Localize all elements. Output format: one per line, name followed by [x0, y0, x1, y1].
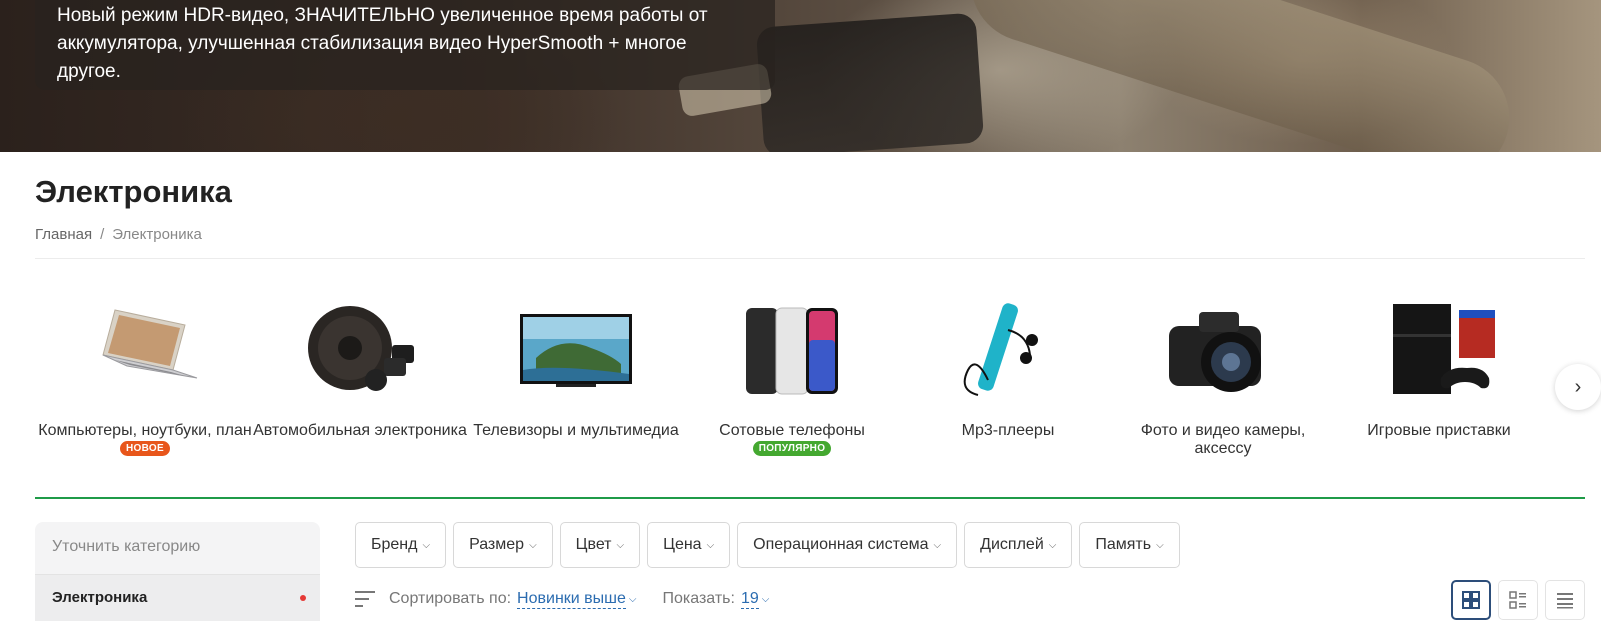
sidebar-heading: Уточнить категорию	[52, 538, 201, 555]
page-title: Электроника	[35, 174, 232, 209]
chevron-down-icon: ⌵	[1048, 539, 1057, 551]
sort-icon	[355, 591, 375, 607]
category-label: Телевизоры и мультимедиа	[473, 422, 679, 439]
chevron-down-icon: ⌵	[706, 539, 715, 551]
list-view-button[interactable]	[1545, 580, 1585, 620]
mp3-player-icon	[963, 303, 1038, 396]
banner-text-line: Новый режим HDR-видео, ЗНАЧИТЕЛЬНО увели…	[57, 5, 708, 26]
chevron-down-icon: ⌵	[1156, 539, 1164, 551]
game-console-icon	[1393, 304, 1495, 394]
sort-controls: Сортировать по: Новинки выше ⌵ Показать:…	[355, 588, 769, 610]
tv-icon	[520, 314, 632, 387]
phone-icon	[746, 307, 838, 395]
breadcrumb: Главная / Электроника	[35, 226, 202, 243]
banner-camera-image	[755, 12, 985, 152]
popular-badge: ПОПУЛЯРНО	[752, 441, 832, 457]
chevron-down-icon: ⌵	[616, 539, 625, 551]
banner-text-line: другое.	[57, 61, 121, 82]
banner-decoration	[955, 0, 1525, 152]
category-item-phones[interactable]: Сотовые телефоны ПОПУЛЯРНО	[682, 290, 902, 470]
filter-size[interactable]: Размер ⌵	[453, 522, 553, 568]
category-item-game-consoles[interactable]: Игровые приставки	[1329, 290, 1549, 470]
list-icon	[1557, 593, 1573, 609]
category-sidebar: Уточнить категорию Электроника	[35, 522, 320, 621]
breadcrumb-current: Электроника	[112, 226, 202, 243]
category-label: Автомобильная электроника	[253, 422, 467, 439]
filter-os[interactable]: Операционная система ⌵	[737, 522, 958, 568]
speaker-icon	[308, 306, 414, 391]
carousel-next-button[interactable]: ›	[1555, 364, 1601, 410]
list-detailed-view-button[interactable]	[1498, 580, 1538, 620]
category-item-mp3-players[interactable]: Mp3-плееры	[898, 290, 1118, 470]
chevron-down-icon: ⌵	[933, 539, 942, 551]
category-item-tv[interactable]: Телевизоры и мультимедиа	[466, 290, 686, 470]
section-divider	[35, 497, 1585, 499]
filter-bar: Бренд ⌵ Размер ⌵ Цвет ⌵ Цена ⌵ Операционная …	[355, 522, 1180, 568]
sort-select[interactable]: Новинки выше	[517, 590, 626, 609]
category-label: Компьютеры, ноутбуки, план НОВОЕ	[38, 422, 252, 457]
chevron-down-icon: ⌵	[422, 539, 431, 551]
active-dot-icon	[300, 595, 306, 601]
breadcrumb-home-link[interactable]: Главная	[35, 226, 92, 243]
banner-caption: Новый режим HDR-видео, ЗНАЧИТЕЛЬНО увели…	[35, 0, 775, 90]
camera-icon	[1169, 312, 1261, 392]
filter-display[interactable]: Дисплей ⌵	[964, 522, 1073, 568]
sidebar-item-electronics[interactable]: Электроника	[35, 574, 320, 621]
filter-color[interactable]: Цвет ⌵	[559, 522, 641, 568]
chevron-down-icon: ⌵	[529, 539, 537, 551]
chevron-down-icon: ⌵	[628, 593, 637, 605]
breadcrumb-separator: /	[100, 226, 105, 243]
view-toggle-group	[1451, 580, 1585, 620]
category-label: Фото и видео камеры, аксессу	[1140, 422, 1306, 457]
filter-brand[interactable]: Бренд ⌵	[355, 522, 447, 568]
filter-memory[interactable]: Память ⌵	[1079, 522, 1180, 568]
sidebar-item-label: Электроника	[52, 589, 148, 606]
category-item-cameras[interactable]: Фото и видео камеры, аксессу	[1113, 290, 1333, 470]
show-count-label: Показать:	[662, 590, 735, 607]
laptop-icon	[102, 309, 198, 379]
hero-banner: Новый режим HDR-видео, ЗНАЧИТЕЛЬНО увели…	[0, 0, 1601, 152]
category-carousel: Компьютеры, ноутбуки, план НОВОЕ Автомоб…	[35, 290, 1565, 470]
banner-text-line: аккумулятора, улучшенная стабилизация ви…	[57, 33, 687, 54]
chevron-down-icon: ⌵	[761, 593, 770, 605]
category-item-car-electronics[interactable]: Автомобильная электроника	[250, 290, 470, 470]
category-item-computers[interactable]: Компьютеры, ноутбуки, план НОВОЕ	[35, 290, 255, 470]
new-badge: НОВОЕ	[120, 441, 170, 457]
filter-price[interactable]: Цена ⌵	[647, 522, 731, 568]
list-detailed-icon	[1509, 591, 1526, 609]
category-label: Сотовые телефоны ПОПУЛЯРНО	[719, 422, 865, 457]
grid-view-button[interactable]	[1451, 580, 1491, 620]
category-label: Mp3-плееры	[961, 422, 1055, 439]
category-label: Игровые приставки	[1367, 422, 1511, 439]
chevron-right-icon: ›	[1574, 375, 1582, 398]
grid-icon	[1462, 591, 1480, 609]
divider	[35, 258, 1585, 259]
show-count-select[interactable]: 19	[740, 590, 759, 609]
sort-label: Сортировать по:	[389, 590, 512, 607]
